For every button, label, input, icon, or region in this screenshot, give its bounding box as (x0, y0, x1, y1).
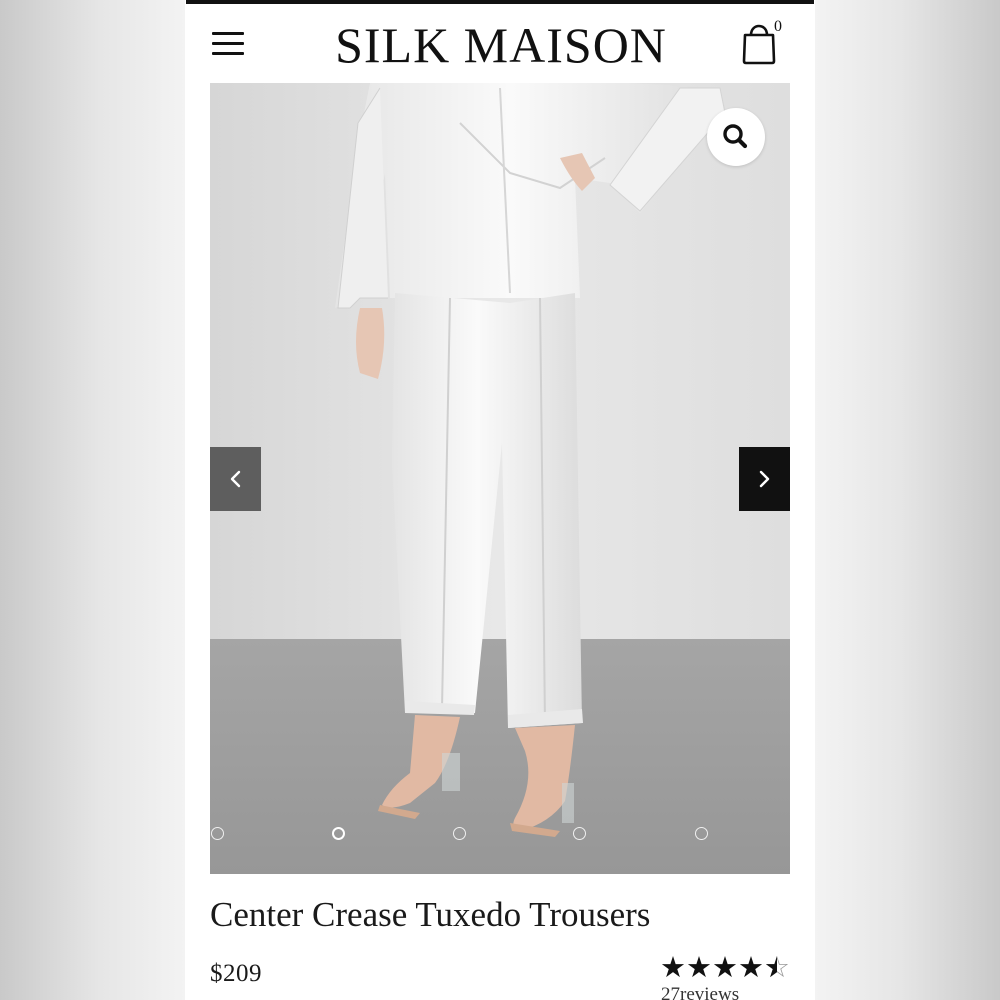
reviews-link[interactable]: 27reviews (661, 984, 739, 1000)
next-image-button[interactable] (739, 447, 790, 511)
star-full-2: ★ (686, 950, 712, 984)
cart-count-badge: 0 (774, 18, 782, 35)
gallery-dot-1[interactable] (211, 827, 224, 840)
star-full-3: ★ (712, 950, 738, 984)
magnifier-icon (723, 124, 748, 149)
gallery-dot-4[interactable] (573, 827, 586, 840)
product-price: $209 (210, 960, 262, 987)
product-page: SILK MAISON 0 Center Crease Tuxedo Trous… (186, 0, 814, 1000)
rating-stars[interactable]: ★ ★ ★ ★ ★ ☆ (660, 952, 792, 982)
site-header: SILK MAISON 0 (186, 4, 814, 82)
brand-logo[interactable]: SILK MAISON (296, 14, 706, 76)
product-title: Center Crease Tuxedo Trousers (210, 895, 651, 934)
menu-button[interactable] (210, 28, 250, 60)
gallery-dot-5[interactable] (695, 827, 708, 840)
cart-button[interactable] (738, 18, 790, 68)
previous-image-button[interactable] (210, 447, 261, 511)
zoom-button[interactable] (707, 108, 765, 166)
chevron-right-icon (759, 470, 770, 488)
gallery-dot-3[interactable] (453, 827, 466, 840)
star-full-1: ★ (660, 950, 686, 984)
star-full-4: ★ (738, 950, 764, 984)
star-half-5: ★ ☆ (764, 950, 790, 984)
product-photo (210, 83, 790, 874)
gallery-dot-2[interactable] (332, 827, 345, 840)
hamburger-menu-icon (212, 32, 244, 35)
chevron-left-icon (230, 470, 241, 488)
product-image-gallery[interactable] (210, 83, 790, 874)
